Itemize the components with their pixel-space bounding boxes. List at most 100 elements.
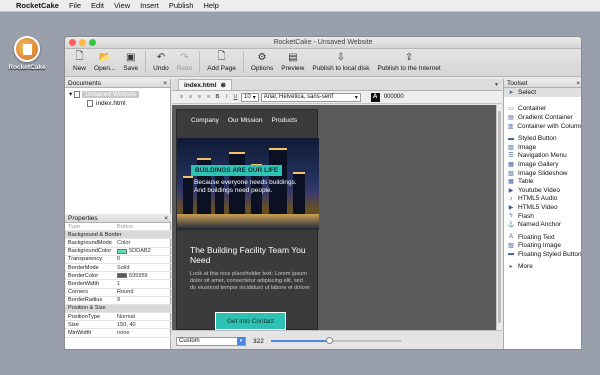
minimize-window-button[interactable] [79,39,86,46]
property-value[interactable]: Color [117,240,171,246]
property-row[interactable]: BorderMode Solid [65,264,171,273]
new-button[interactable]: 🗋 New [69,51,90,72]
panel-close-icon[interactable]: × [163,80,167,87]
property-value[interactable]: 5DDAB2 [117,248,171,254]
property-row[interactable]: Transparency 0 [65,256,171,264]
hero-image[interactable]: BUILDINGS ARE OUR LIFE Because everyone … [177,138,319,230]
property-group-header[interactable]: Position & Size [65,304,171,314]
bold-button[interactable]: B [214,94,221,101]
property-row[interactable]: BackgroundColor 5DDAB2 [65,248,171,256]
tool-image-gallery[interactable]: ▦ Image Gallery [504,160,581,169]
align-center-icon[interactable]: ≡ [187,94,194,101]
page-body-text[interactable]: Look at this nice placeholder text: Lore… [190,271,310,292]
property-row[interactable]: BorderWidth 1 [65,280,171,289]
tool-table[interactable]: ▦ Table [504,177,581,186]
menu-publish[interactable]: Publish [169,1,194,10]
open-button[interactable]: 📂 Open... [90,51,119,72]
scrollbar-thumb[interactable] [498,111,501,323]
italic-button[interactable]: I [223,94,230,101]
tool-named-anchor[interactable]: ⚓ Named Anchor [504,220,581,229]
tool-floating-image[interactable]: ▨ Floating Image [504,242,581,251]
property-value[interactable]: Button [117,224,171,230]
property-row[interactable]: Size 150, 40 [65,321,171,330]
tool-image-slideshow[interactable]: ▧ Image Slideshow [504,169,581,178]
text-color-value[interactable]: 000000 [382,93,406,102]
align-right-icon[interactable]: ≡ [196,94,203,101]
property-row[interactable]: BorderColor 595959 [65,272,171,281]
panel-close-icon[interactable]: × [576,80,580,87]
align-left-icon[interactable]: ≡ [178,94,185,101]
property-group-header[interactable]: Background & Border [65,231,171,240]
tool-gradient-container[interactable]: ▤ Gradient Container [504,113,581,122]
property-row[interactable]: PositionType Normal [65,313,171,322]
zoom-mode-select[interactable]: Custom ▾ [176,336,246,346]
tool-flash[interactable]: ϟ Flash [504,212,581,221]
tool-container-with-column[interactable]: ▥ Container with Column [504,122,581,131]
property-value[interactable]: 595959 [117,273,171,279]
tool-styled-button[interactable]: ▬ Styled Button [504,134,581,143]
property-value[interactable]: 9 [117,297,171,303]
add-page-button[interactable]: 🗋 Add Page [203,51,240,72]
tool-html5-video[interactable]: ▶ HTML5 Video [504,203,581,212]
font-family-select[interactable]: Arial, Helvetica, sans-serif ▾ [260,92,361,102]
menu-edit[interactable]: Edit [91,1,104,10]
property-value[interactable]: 150, 40 [117,322,171,328]
menu-view[interactable]: View [114,1,130,10]
page-nav-products[interactable]: Products [272,117,298,124]
contact-button[interactable]: Get into Contact [215,312,286,330]
tab-index-html[interactable]: index.html ⊗ [178,79,232,90]
menu-file[interactable]: File [69,1,81,10]
property-value[interactable]: Solid [117,265,171,271]
page-nav-mission[interactable]: Our Mission [228,117,263,124]
tool-image[interactable]: ▨ Image [504,143,581,152]
tabs-dropdown-icon[interactable]: ▾ [495,81,498,88]
property-value[interactable]: Round [117,289,171,295]
slider-knob[interactable] [326,337,334,344]
property-row[interactable]: BorderRadius 9 [65,297,171,305]
tree-root-item[interactable]: ▾ Unsaved Website [69,90,166,98]
underline-button[interactable]: U [232,94,239,101]
redo-button[interactable]: ↷ Redo [173,51,197,72]
property-value[interactable]: 0 [117,256,171,262]
preview-button[interactable]: ▤ Preview [277,51,308,72]
width-slider[interactable] [270,337,401,345]
tool-more[interactable]: ▸ More [504,263,581,272]
close-window-button[interactable] [69,39,76,46]
property-value[interactable]: none [117,330,171,336]
save-button[interactable]: ▣ Save [119,51,142,72]
hero-badge[interactable]: BUILDINGS ARE OUR LIFE [191,165,283,176]
vertical-scrollbar[interactable] [496,105,502,330]
tool-floating-styled-button[interactable]: ▬ Floating Styled Button [504,250,581,259]
menu-help[interactable]: Help [203,1,218,10]
tree-file-item[interactable]: index.html [69,100,166,107]
font-size-select[interactable]: 10 ▾ [241,92,259,102]
tool-html5-audio[interactable]: ♪ HTML5 Audio [504,195,581,204]
tab-close-icon[interactable]: ⊗ [221,81,226,89]
publish-disk-button[interactable]: ⇩ Publish to local disk [308,51,373,72]
zoom-window-button[interactable] [89,39,96,46]
publish-internet-button[interactable]: ⇪ Publish to the Internet [373,51,444,72]
desktop-app-icon[interactable]: RocketCake [6,36,48,71]
color-swatch[interactable] [117,273,127,279]
tool-floating-text[interactable]: A Floating Text [504,233,581,242]
property-value[interactable]: 1 [117,281,171,287]
menu-insert[interactable]: Insert [140,1,159,10]
disclosure-triangle-icon[interactable]: ▾ [69,90,72,98]
color-swatch[interactable] [117,248,127,254]
undo-button[interactable]: ↶ Undo [149,51,173,72]
property-value[interactable]: Normal [117,314,171,320]
tool-navigation-menu[interactable]: ☰ Navigation Menu [504,152,581,161]
tool-select[interactable]: ➤ Select [504,88,581,97]
property-row[interactable]: Type Button [65,223,171,232]
panel-close-icon[interactable]: × [164,215,168,222]
tool-container[interactable]: ▭ Container [504,105,581,114]
page-preview[interactable]: Company Our Mission Products BUILDINGS A… [176,109,319,330]
property-row[interactable]: Corners Round [65,289,171,297]
page-width-value[interactable]: 322 [250,338,267,345]
options-button[interactable]: ⚙ Options [247,51,277,72]
design-canvas[interactable]: Company Our Mission Products BUILDINGS A… [172,105,502,330]
page-heading[interactable]: The Building Facility Team You Need [190,245,310,265]
hero-text[interactable]: Because everyone needs buildings. And bui… [194,179,297,195]
property-row[interactable]: MinWidth none [65,329,171,338]
align-justify-icon[interactable]: ≡ [205,94,212,101]
